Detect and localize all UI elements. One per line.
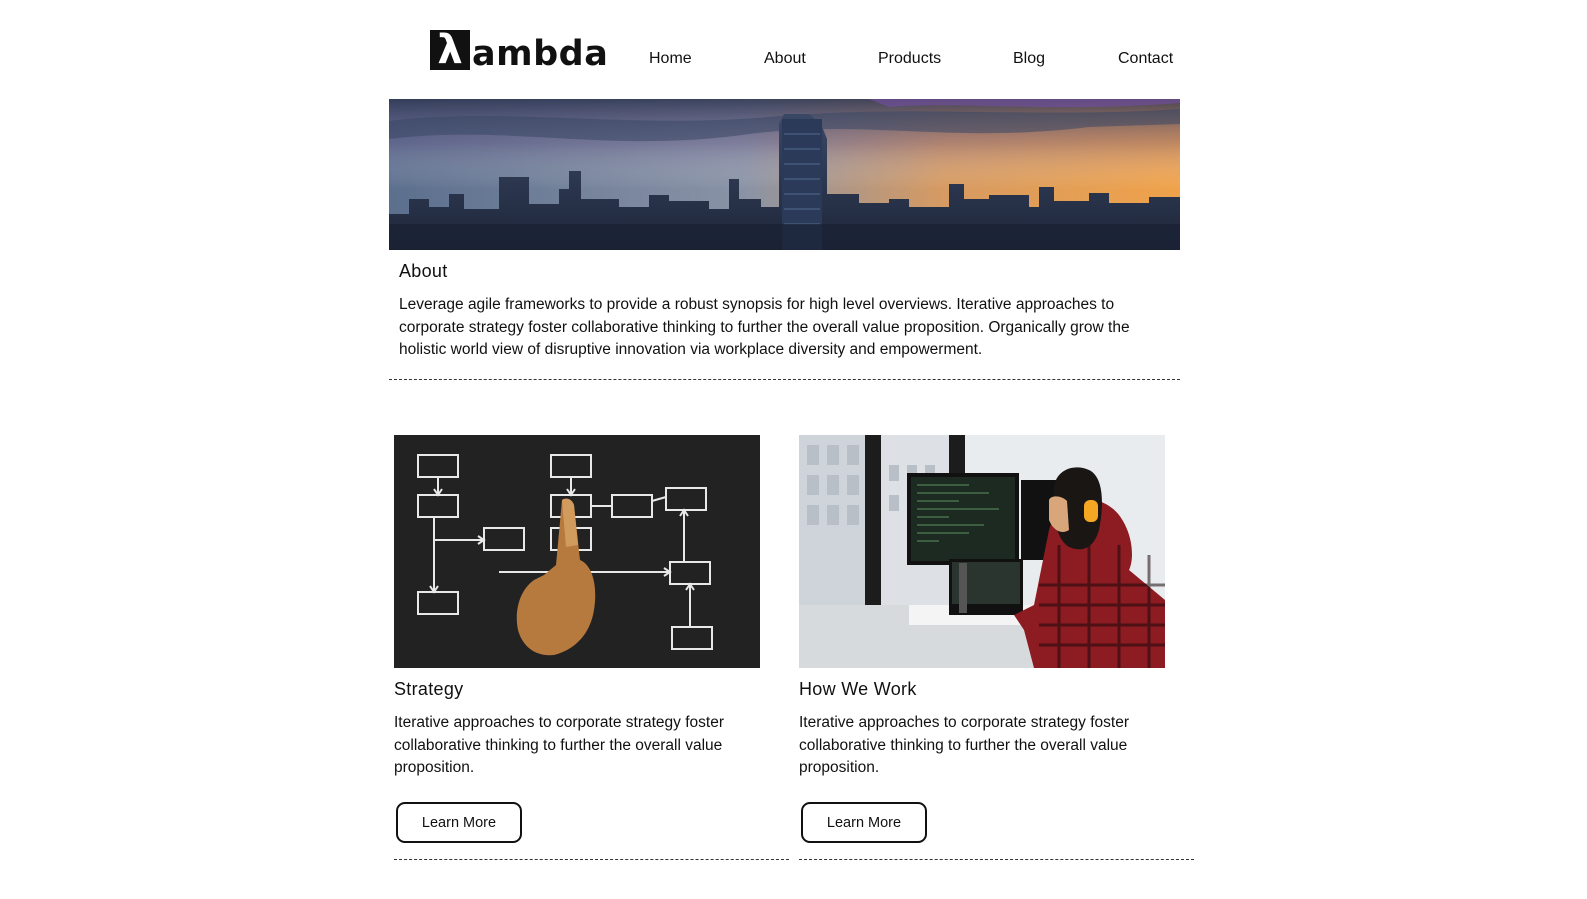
hero-city-skyline-image — [389, 99, 1180, 250]
card-description: Iterative approaches to corporate strate… — [799, 714, 1129, 776]
nav-item-blog[interactable]: Blog — [1013, 48, 1045, 70]
nav-item-about[interactable]: About — [764, 48, 806, 70]
nav-item-contact[interactable]: Contact — [1118, 48, 1173, 70]
flowchart-chalkboard-image — [394, 435, 760, 668]
learn-more-button[interactable]: Learn More — [396, 802, 522, 843]
about-paragraph: Leverage agile frameworks to provide a r… — [399, 296, 1130, 358]
main-nav: Home About Products Blog Contact — [389, 48, 1180, 70]
about-heading: About — [399, 261, 448, 281]
nav-item-products[interactable]: Products — [878, 48, 941, 70]
card-divider — [799, 859, 1194, 860]
developer-workstation-image — [799, 435, 1165, 668]
learn-more-button[interactable]: Learn More — [801, 802, 927, 843]
page-container: λ ambda Home About Products Blog Contact — [389, 0, 1194, 899]
card-title: Strategy — [394, 679, 464, 699]
card-title: How We Work — [799, 679, 917, 699]
card-divider — [394, 859, 789, 860]
card-how-we-work: How We Work Iterative approaches to corp… — [799, 435, 1194, 865]
section-divider — [389, 379, 1180, 380]
card-strategy: Strategy Iterative approaches to corpora… — [394, 435, 789, 865]
nav-item-home[interactable]: Home — [649, 48, 692, 70]
card-description: Iterative approaches to corporate strate… — [394, 714, 724, 776]
